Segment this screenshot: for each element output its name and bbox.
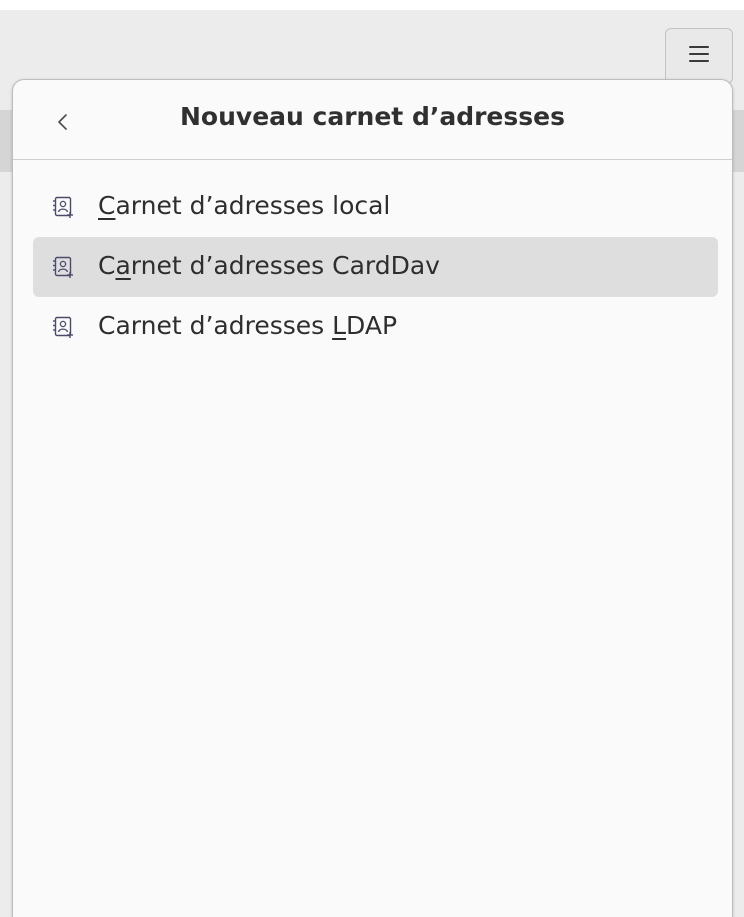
menu-item-label: Carnet d’adresses CardDav xyxy=(98,251,440,280)
popover-title: Nouveau carnet d’adresses xyxy=(180,102,565,131)
hamburger-menu-icon xyxy=(689,46,709,62)
popover-header: Nouveau carnet d’adresses xyxy=(13,80,732,160)
mnemonic-letter: a xyxy=(115,251,131,280)
address-book-new-icon xyxy=(53,256,73,278)
menu-item-local-address-book[interactable]: Carnet d’adresses local xyxy=(33,177,718,237)
menu-item-label: Carnet d’adresses local xyxy=(98,191,391,220)
main-menu-button[interactable] xyxy=(665,28,733,84)
menu-item-carddav-address-book[interactable]: Carnet d’adresses CardDav xyxy=(33,237,718,297)
mnemonic-letter: L xyxy=(332,311,347,340)
address-book-new-icon xyxy=(53,196,73,218)
mnemonic-letter: C xyxy=(98,191,116,220)
menu-item-ldap-address-book[interactable]: Carnet d’adresses LDAP xyxy=(33,297,718,357)
new-address-book-popover: Nouveau carnet d’adresses Carnet d’adres… xyxy=(12,79,733,917)
menu-item-label: Carnet d’adresses LDAP xyxy=(98,311,398,340)
address-book-new-icon xyxy=(53,316,73,338)
menu-list: Carnet d’adresses local Carnet d’adresse… xyxy=(33,177,718,357)
